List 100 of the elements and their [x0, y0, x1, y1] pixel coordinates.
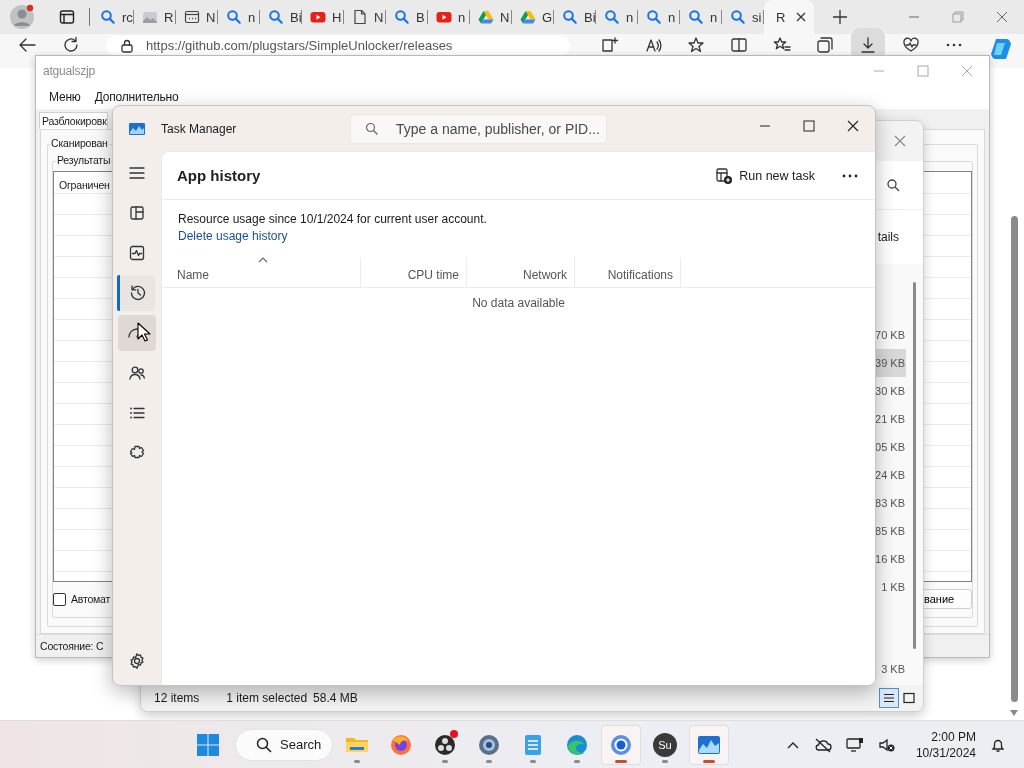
status-text: 12 items	[154, 691, 200, 705]
scrollbar-thumb[interactable]	[1010, 216, 1018, 702]
cloud-icon[interactable]	[813, 736, 832, 753]
favorites-icon[interactable]	[773, 36, 791, 54]
running-indicator	[486, 759, 492, 763]
action-button[interactable]: вание	[921, 589, 972, 609]
ring-icon	[609, 732, 633, 757]
copilot-icon[interactable]	[988, 36, 1014, 62]
window-title: Task Manager	[161, 121, 238, 136]
search-icon	[394, 9, 410, 25]
notification-badge	[450, 729, 458, 738]
search-icon	[365, 122, 378, 135]
table-cell-text: 83 KB	[875, 496, 906, 511]
nav-button[interactable]	[118, 315, 156, 351]
running-indicator	[354, 759, 360, 763]
scrollbar[interactable]	[913, 282, 916, 649]
details-button[interactable]: tails	[877, 230, 899, 244]
collections-icon[interactable]	[816, 36, 834, 54]
search-icon	[226, 9, 242, 25]
search-icon	[688, 9, 704, 25]
address-field[interactable]: https://github.com/plugstars/SimpleUnlocker/releases	[106, 36, 570, 55]
view-button[interactable]	[879, 688, 899, 708]
split-screen-icon[interactable]	[730, 36, 748, 54]
running-indicator	[574, 759, 580, 763]
taskbar-button[interactable]: Su	[645, 724, 685, 765]
taskbar-button[interactable]	[601, 724, 641, 765]
group-label: Результаты	[56, 154, 112, 166]
plus-icon[interactable]	[832, 9, 848, 25]
nav-button[interactable]	[117, 275, 155, 311]
table-cell-text: 70 KB	[875, 328, 906, 343]
search-icon	[604, 9, 620, 25]
window-title: atgualszjp	[43, 63, 96, 78]
scroll-down-icon[interactable]	[1010, 710, 1018, 716]
column-header[interactable]: Name	[162, 257, 361, 287]
close-icon[interactable]	[795, 11, 808, 23]
heartbeat-icon[interactable]	[902, 36, 920, 54]
refresh-icon[interactable]	[62, 36, 80, 54]
table-cell-text: 21 KB	[875, 412, 906, 427]
window-icon	[184, 9, 200, 25]
new-task-icon	[715, 166, 734, 185]
search-box[interactable]: Search	[235, 728, 333, 761]
checkbox-label[interactable]: Автомат	[71, 593, 111, 605]
column-header[interactable]: CPU time	[361, 257, 467, 287]
clock-time[interactable]: 2:00 PM	[931, 728, 976, 745]
sort-caret-icon	[258, 257, 268, 263]
table-cell-text: 1 KB	[881, 580, 906, 595]
avatar-icon[interactable]	[9, 4, 35, 30]
menu-item[interactable]: Меню	[49, 90, 81, 104]
search-icon	[256, 736, 272, 753]
status-text: 58.4 MB	[313, 691, 358, 705]
table-cell-text: 3 KB	[881, 662, 906, 677]
image-icon	[142, 9, 158, 25]
menu-item[interactable]: Дополнительно	[94, 90, 179, 104]
table-cell-text: 24 KB	[875, 468, 906, 483]
back-icon[interactable]	[18, 36, 36, 54]
star-icon[interactable]	[687, 36, 705, 54]
close-icon[interactable]	[847, 119, 859, 132]
column-header[interactable]: Network	[467, 257, 575, 287]
column-header[interactable]: Notifications	[575, 257, 681, 287]
grid-icon	[128, 204, 146, 222]
running-indicator	[615, 759, 627, 763]
run-task-button[interactable]: Run new task	[709, 162, 821, 189]
swirl-icon	[565, 732, 589, 757]
windows-icon	[197, 733, 219, 756]
settings-icon	[128, 652, 146, 670]
search-icon[interactable]	[886, 178, 900, 192]
app-add-icon[interactable]	[601, 36, 619, 54]
maximize-icon[interactable]	[803, 119, 815, 132]
info-text: Resource usage since 10/1/2024 for current user account.	[178, 212, 487, 226]
monitor-icon[interactable]	[845, 736, 864, 753]
page-title: App history	[177, 167, 261, 184]
running-indicator	[662, 759, 668, 763]
record-icon	[433, 732, 457, 757]
search-field[interactable]: Type a name, publisher, or PID...	[350, 113, 607, 144]
tab[interactable]: Разблокировк	[39, 112, 108, 129]
status-text: 1 item selected	[226, 691, 308, 705]
running-indicator	[530, 759, 536, 763]
globe-icon	[389, 732, 413, 757]
speaker-icon[interactable]	[877, 736, 896, 753]
chart-icon	[129, 121, 145, 136]
search-icon	[268, 9, 284, 25]
table-cell-text: 16 KB	[875, 552, 906, 567]
empty-message: No data available	[471, 296, 566, 310]
group-label: Сканирован	[50, 137, 109, 149]
delete-history-link[interactable]: Delete usage history	[178, 229, 288, 243]
search-icon	[646, 9, 662, 25]
gear-icon	[477, 732, 501, 757]
triangle-icon	[520, 9, 536, 25]
search-icon	[730, 9, 746, 25]
clock-date[interactable]: 10/31/2024	[915, 744, 976, 761]
sidebar-icon[interactable]	[59, 9, 75, 25]
menu-icon	[128, 164, 146, 182]
table-cell-text: 85 KB	[875, 524, 906, 539]
square-icon	[903, 692, 915, 704]
browser-tab[interactable]: R	[764, 0, 814, 34]
triangle-icon	[478, 9, 494, 25]
search-icon	[562, 9, 578, 25]
running-indicator	[442, 759, 448, 763]
play-icon	[310, 9, 326, 25]
checkbox[interactable]	[53, 592, 66, 606]
